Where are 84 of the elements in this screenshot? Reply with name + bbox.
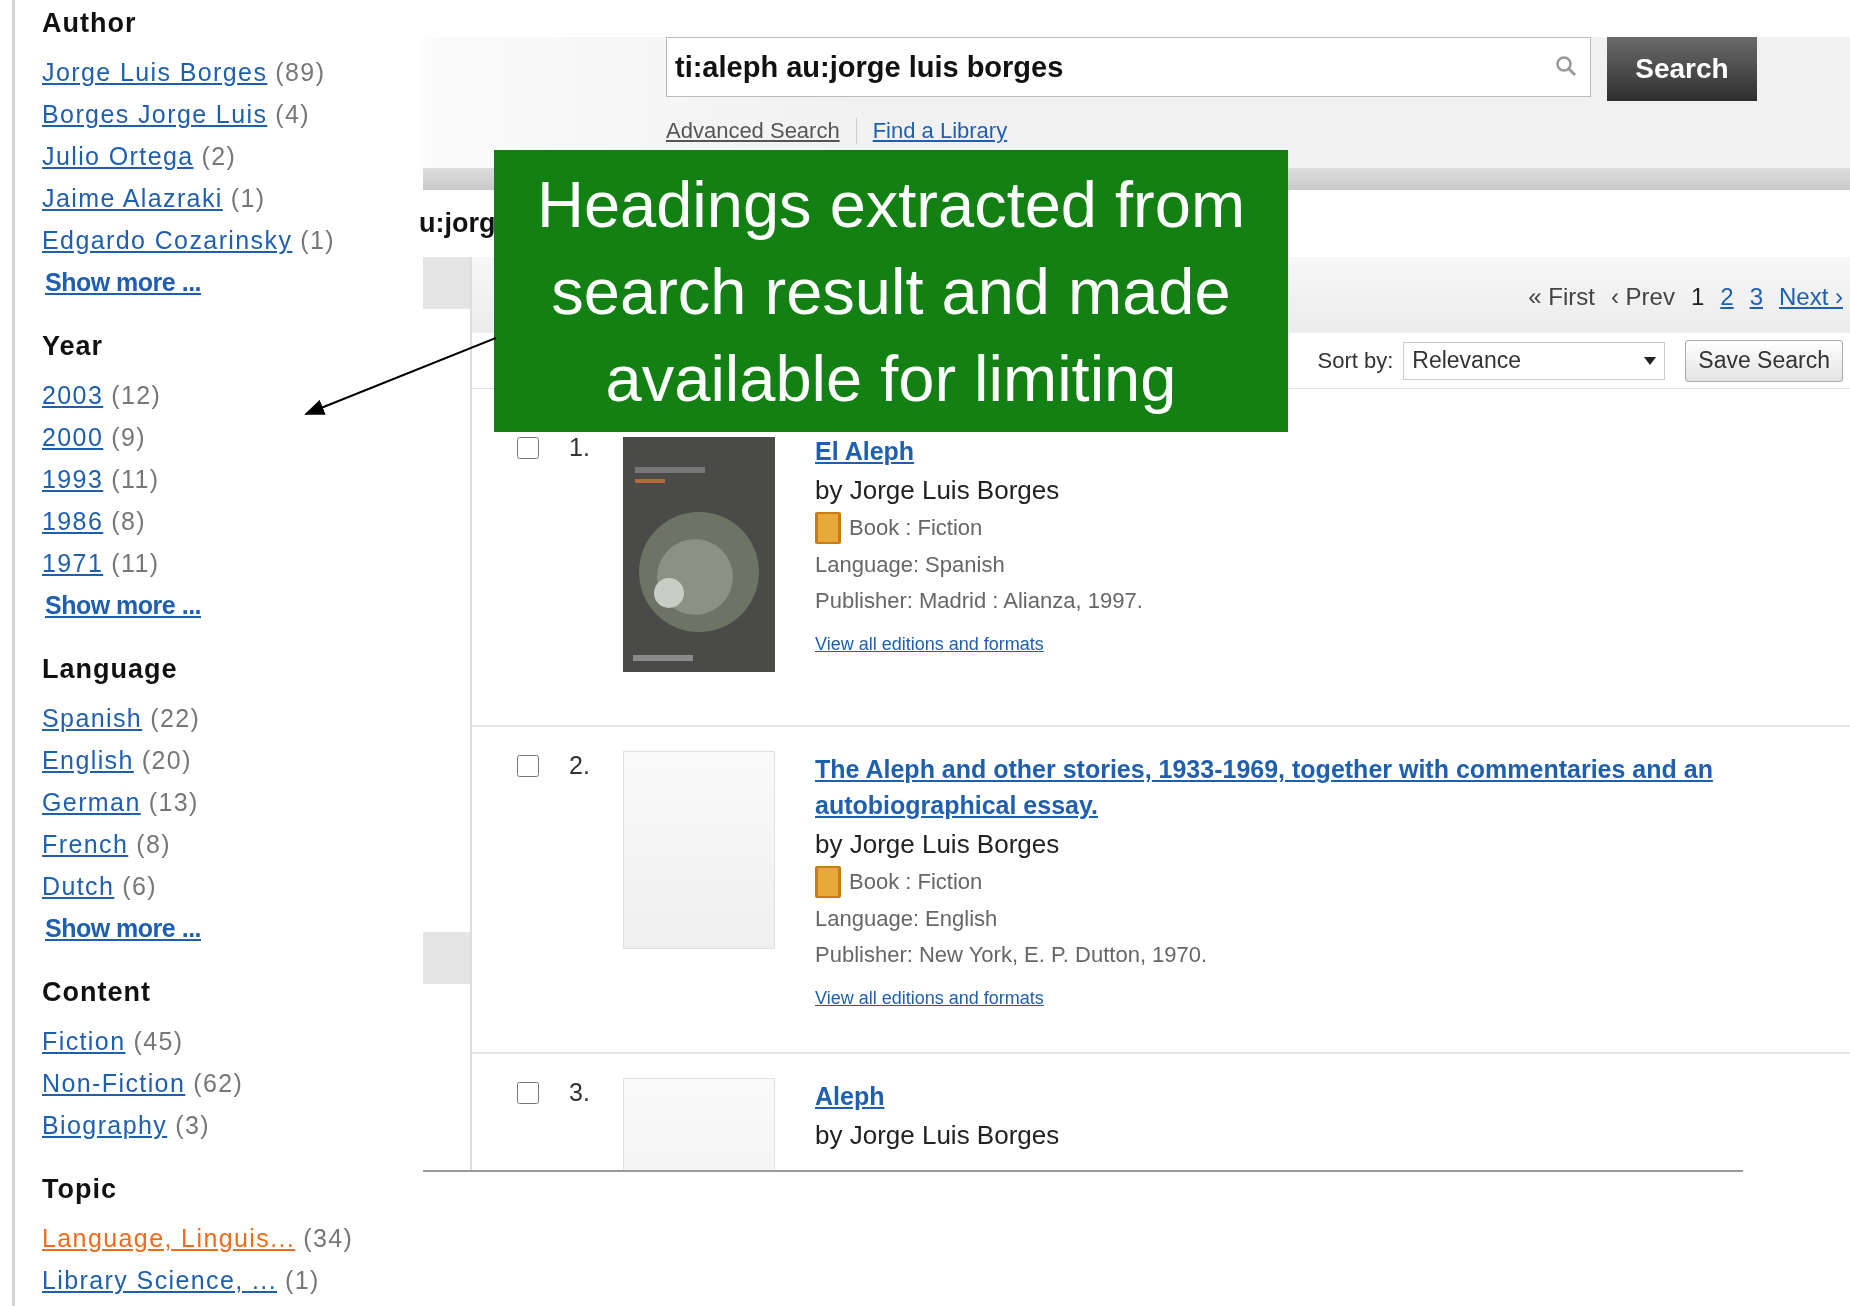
- sort-select[interactable]: Relevance: [1403, 341, 1666, 380]
- facet-link[interactable]: Julio Ortega: [42, 141, 194, 171]
- result-number: 2.: [568, 751, 591, 781]
- result-author: by Jorge Luis Borges: [815, 475, 1061, 506]
- facet-count: (22): [150, 703, 201, 733]
- facet-link[interactable]: Spanish: [42, 703, 143, 733]
- facet-link[interactable]: 2003: [42, 380, 104, 410]
- facet-count: (13): [148, 787, 199, 817]
- facet-link[interactable]: German: [42, 787, 141, 817]
- facet-heading: Language: [42, 654, 179, 685]
- search-icon: [1555, 55, 1577, 77]
- facet-link[interactable]: 1993: [42, 464, 104, 494]
- facet-count: (11): [111, 464, 160, 494]
- result-author: by Jorge Luis Borges: [815, 1120, 1061, 1151]
- facet-link[interactable]: French: [42, 829, 129, 859]
- editions-link[interactable]: View all editions and formats: [815, 634, 1790, 655]
- result-checkbox[interactable]: [517, 755, 539, 777]
- facet-link[interactable]: Jaime Alazraki: [42, 183, 223, 213]
- facet-link[interactable]: Biography: [42, 1110, 168, 1140]
- caret-icon: [1644, 356, 1657, 365]
- facet-count: (1): [300, 225, 336, 255]
- save-search-button[interactable]: Save Search: [1685, 339, 1843, 382]
- result-number: 3.: [568, 1078, 591, 1108]
- page-link[interactable]: 3: [1749, 283, 1763, 311]
- facet-count: (8): [111, 506, 146, 536]
- book-icon: [815, 866, 841, 898]
- result-publisher: Publisher: New York, E. P. Dutton, 1970.: [815, 941, 1209, 969]
- facet-count: (2): [201, 141, 237, 171]
- facet-link[interactable]: Dutch: [42, 871, 115, 901]
- facet-link[interactable]: Library Science, ...: [42, 1265, 278, 1295]
- facet-heading: Content: [42, 977, 152, 1008]
- query-heading: u:jorg: [419, 208, 496, 239]
- search-link[interactable]: Find a Library: [856, 118, 1024, 144]
- facet-count: (4): [275, 99, 311, 129]
- book-icon: [815, 512, 841, 544]
- facet-count: (1): [285, 1265, 320, 1295]
- editions-link[interactable]: View all editions and formats: [815, 988, 1790, 1009]
- facet-heading: Topic: [42, 1174, 118, 1205]
- search-field[interactable]: ti:aleph au:jorge luis borges: [666, 37, 1591, 97]
- facet-link[interactable]: Borges Jorge Luis: [42, 99, 268, 129]
- facet-count: (20): [141, 745, 192, 775]
- facet-link[interactable]: 2000: [42, 422, 104, 452]
- search-button[interactable]: Search: [1607, 37, 1757, 101]
- result-checkbox[interactable]: [517, 1082, 539, 1104]
- result-publisher: Publisher: Madrid : Alianza, 1997.: [815, 587, 1144, 615]
- sort-label: Sort by:: [1317, 347, 1394, 374]
- facet-heading: Author: [42, 8, 138, 39]
- result-format: Book : Fiction: [849, 868, 983, 896]
- facet-link[interactable]: 1986: [42, 506, 104, 536]
- facet-count: (9): [111, 422, 146, 452]
- facet-heading: Year: [42, 331, 105, 362]
- facet-link[interactable]: English: [42, 745, 134, 775]
- result-checkbox[interactable]: [517, 437, 539, 459]
- facet-count: (8): [136, 829, 171, 859]
- result-language: Language: Spanish: [815, 551, 1006, 579]
- facet-count: (1): [230, 183, 266, 213]
- facet-count: (11): [111, 548, 160, 578]
- result-author: by Jorge Luis Borges: [815, 829, 1061, 860]
- show-more-link[interactable]: Show more ...: [45, 913, 202, 943]
- result-format: Book : Fiction: [849, 514, 983, 542]
- facet-count: (45): [133, 1026, 184, 1056]
- facet-link[interactable]: Non-Fiction: [42, 1068, 186, 1098]
- facet-count: (3): [175, 1110, 210, 1140]
- next-link[interactable]: Next ›: [1779, 283, 1843, 311]
- facet-link[interactable]: Edgardo Cozarinsky: [42, 225, 293, 255]
- facet-count: (89): [275, 57, 326, 87]
- show-more-link[interactable]: Show more ...: [45, 267, 202, 297]
- result-language: Language: English: [815, 905, 999, 933]
- result-number: 1.: [568, 433, 591, 463]
- facet-link[interactable]: Fiction: [42, 1026, 126, 1056]
- result-title[interactable]: El Aleph: [815, 433, 915, 469]
- facet-count: (6): [122, 871, 158, 901]
- annotation-callout: Headings extracted from search result and made available for limiting: [494, 150, 1288, 432]
- facet-link[interactable]: Jorge Luis Borges: [42, 57, 268, 87]
- result-title[interactable]: The Aleph and other stories, 1933-1969, together with commentaries and an autobiographical essay.: [815, 751, 1790, 823]
- result-title[interactable]: Aleph: [815, 1078, 885, 1114]
- search-link[interactable]: Advanced Search: [666, 118, 857, 144]
- facet-count: (12): [111, 380, 162, 410]
- page-link[interactable]: 2: [1720, 283, 1734, 311]
- facet-count: (34): [303, 1223, 354, 1253]
- facet-count: (62): [193, 1068, 244, 1098]
- page-link[interactable]: 1: [1690, 283, 1705, 311]
- show-more-link[interactable]: Show more ...: [45, 590, 202, 620]
- facet-link[interactable]: 1971: [42, 548, 104, 578]
